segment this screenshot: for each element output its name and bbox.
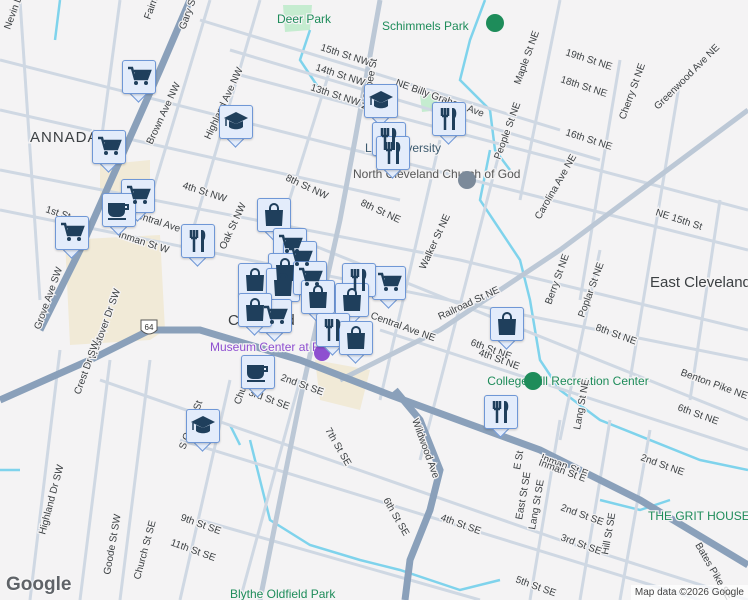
shopping-marker[interactable] [339, 321, 373, 364]
street-label: Fairmont [142, 0, 166, 21]
park-icon [486, 14, 504, 32]
marker-box [122, 60, 156, 94]
street-label: 19th St NE [564, 47, 614, 73]
coffee-marker[interactable] [241, 355, 275, 398]
marker-box [241, 355, 275, 389]
marker-box [432, 102, 466, 136]
school-icon [369, 91, 393, 109]
svg-text:64: 64 [145, 323, 154, 332]
street-label: 9th St SE [179, 512, 223, 537]
restaurant-icon [492, 401, 509, 423]
shopping-icon [274, 273, 292, 296]
restaurant-icon [189, 230, 206, 252]
school-icon [224, 112, 248, 130]
street-label: Church St SE [132, 519, 158, 581]
restaurant-marker[interactable] [484, 395, 518, 438]
marker-box [335, 283, 369, 317]
marker-box [372, 266, 406, 300]
street-label: Gary St [177, 0, 199, 31]
route-64-shield: 64 [140, 319, 158, 335]
shopping-marker[interactable] [490, 307, 524, 350]
park-label: College Hill Recreation Center [487, 374, 648, 388]
marker-box [55, 216, 89, 250]
google-logo: Google [6, 574, 72, 595]
shopping-icon [265, 203, 283, 226]
cart-marker[interactable] [122, 60, 156, 103]
street-label: E St [512, 450, 526, 471]
school-icon [191, 416, 215, 434]
coffee-marker[interactable] [102, 193, 136, 236]
marker-box [376, 136, 410, 170]
restaurant-marker[interactable] [181, 224, 215, 267]
park-label: Blythe Oldfield Park [230, 587, 336, 600]
street-label: 5th St SE [514, 574, 558, 599]
marker-box [92, 130, 126, 164]
street-label: 16th St NE [564, 127, 614, 153]
marker-box [364, 84, 398, 118]
street-label: Central Ave NE [369, 310, 437, 344]
church-icon [458, 171, 476, 189]
marker-box [484, 395, 518, 429]
street-label: Maple St NE [512, 29, 542, 86]
street-label: 8th St NE [359, 198, 403, 226]
street-label: Oak St NW [218, 201, 249, 251]
shopping-icon [347, 326, 365, 349]
coffee-icon [247, 365, 268, 382]
coffee-icon [108, 203, 129, 220]
street-label: 3rd St SE [559, 532, 603, 557]
street-label: Greenwood Ave NE [652, 42, 722, 112]
shopping-icon [246, 268, 264, 291]
cart-marker[interactable] [372, 266, 406, 309]
marker-box [266, 268, 300, 302]
marker-box [238, 263, 272, 297]
school-marker[interactable] [186, 409, 220, 452]
marker-box [238, 293, 272, 327]
street-label: Cherry St NE [617, 62, 648, 121]
park-label: Schimmels Park [382, 19, 470, 33]
restaurant-marker[interactable] [376, 136, 410, 179]
street-label: 4th St NW [181, 180, 228, 205]
cart-icon [98, 136, 122, 155]
street-label: 6th St SE [380, 496, 411, 538]
shopping-icon [246, 298, 264, 321]
street-label: 8th St NE [594, 322, 638, 347]
marker-box [257, 198, 291, 232]
neighborhood-label: East Cleveland [650, 274, 748, 291]
street-label: Goode St SW [102, 513, 124, 576]
park-label: Deer Park [277, 12, 332, 26]
street-label: 2nd St NE [639, 452, 686, 478]
cart-icon [61, 222, 85, 241]
map-attribution[interactable]: Map data ©2026 Google [630, 585, 748, 600]
street-label: 4th St SE [439, 512, 483, 537]
street-label: Carolina Ave NE [533, 152, 579, 221]
school-marker[interactable] [364, 84, 398, 127]
street-label: Walker St NE [418, 212, 453, 271]
marker-box [181, 224, 215, 258]
restaurant-icon [440, 108, 457, 130]
marker-box [219, 105, 253, 139]
cart-icon [378, 272, 402, 291]
place-label: THE GRIT HOUSE [648, 509, 748, 523]
marker-box [339, 321, 373, 355]
school-marker[interactable] [219, 105, 253, 148]
street-label: 2nd St SE [559, 502, 605, 528]
marker-box [490, 307, 524, 341]
street-label: 18th St NE [559, 74, 609, 100]
cart-icon [128, 66, 152, 85]
shopping-icon [309, 285, 327, 308]
park-icon [524, 372, 542, 390]
shopping-icon [343, 288, 361, 311]
marker-box [102, 193, 136, 227]
marker-box [186, 409, 220, 443]
cart-marker[interactable] [55, 216, 89, 259]
shopping-icon [498, 312, 516, 335]
cart-marker[interactable] [92, 130, 126, 173]
restaurant-marker[interactable] [432, 102, 466, 145]
marker-box [301, 280, 335, 314]
restaurant-icon [384, 142, 401, 164]
